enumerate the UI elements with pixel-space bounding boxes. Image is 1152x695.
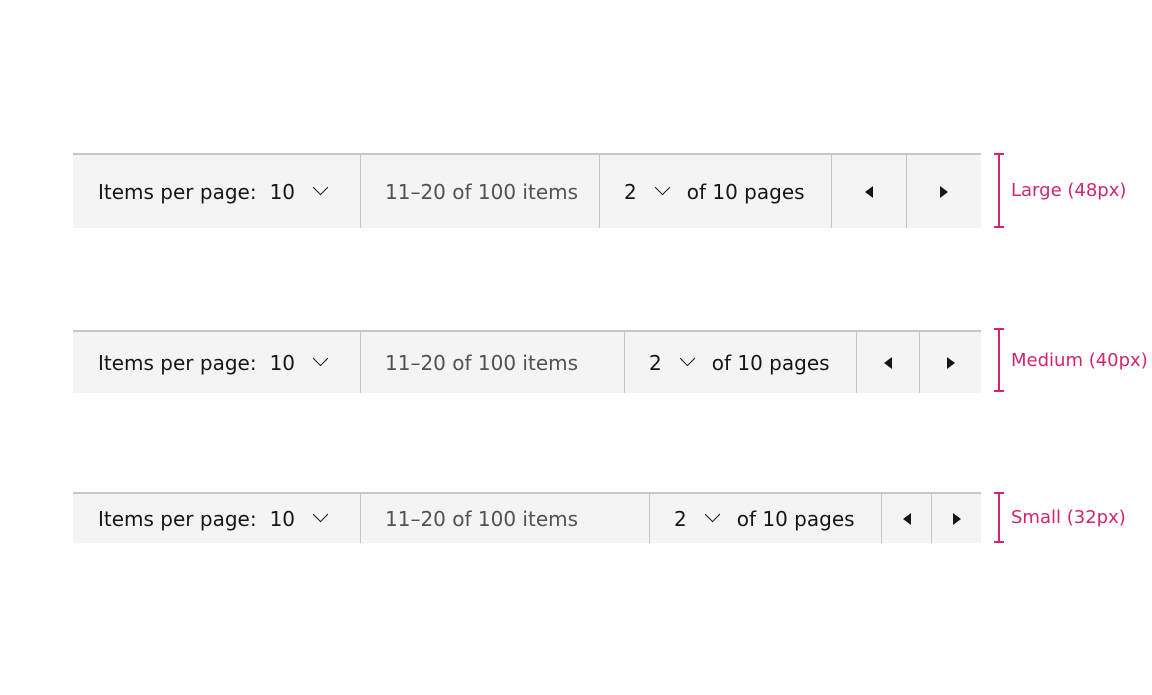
- pages-total-text: of 10 pages: [736, 506, 855, 531]
- items-per-page-value: 10: [269, 350, 296, 375]
- items-per-page-label: Items per page:: [98, 179, 257, 204]
- caret-left-icon: [902, 512, 911, 525]
- items-per-page-select[interactable]: Items per page: 10: [73, 332, 361, 393]
- chevron-down-icon: [679, 350, 696, 367]
- page-value: 2: [649, 350, 662, 375]
- pages-total-text: of 10 pages: [711, 350, 830, 375]
- chevron-down-icon: [654, 179, 671, 196]
- height-bracket-icon: [994, 328, 1004, 392]
- items-per-page-value: 10: [269, 179, 296, 204]
- chevron-down-icon: [312, 350, 329, 367]
- pages-total-text: of 10 pages: [686, 179, 805, 204]
- page-select[interactable]: 2 of 10 pages: [650, 494, 882, 543]
- item-range-text: 11–20 of 100 items: [361, 494, 650, 543]
- size-annotation-small: Small (32px): [994, 492, 1126, 543]
- items-per-page-select[interactable]: Items per page: 10: [73, 155, 361, 228]
- chevron-down-icon: [312, 179, 329, 196]
- pagination-large: Items per page: 10 11–20 of 100 items 2 …: [73, 153, 981, 228]
- height-bracket-icon: [994, 153, 1004, 228]
- items-per-page-label: Items per page:: [98, 506, 257, 531]
- next-page-button[interactable]: [920, 332, 981, 393]
- size-label: Large (48px): [1011, 180, 1127, 201]
- item-range-text: 11–20 of 100 items: [361, 332, 625, 393]
- caret-right-icon: [952, 512, 961, 525]
- page-select[interactable]: 2 of 10 pages: [625, 332, 857, 393]
- chevron-down-icon: [704, 506, 721, 523]
- page-value: 2: [624, 179, 637, 204]
- pagination-small: Items per page: 10 11–20 of 100 items 2 …: [73, 492, 981, 543]
- item-range-text: 11–20 of 100 items: [361, 155, 600, 228]
- size-annotation-large: Large (48px): [994, 153, 1126, 228]
- items-per-page-select[interactable]: Items per page: 10: [73, 494, 361, 543]
- caret-right-icon: [946, 356, 955, 369]
- size-label: Small (32px): [1011, 507, 1126, 528]
- items-per-page-label: Items per page:: [98, 350, 257, 375]
- caret-right-icon: [940, 185, 948, 198]
- next-page-button[interactable]: [907, 155, 981, 228]
- height-bracket-icon: [994, 492, 1004, 543]
- pagination-medium: Items per page: 10 11–20 of 100 items 2 …: [73, 330, 981, 393]
- caret-left-icon: [865, 185, 873, 198]
- caret-left-icon: [884, 356, 892, 369]
- size-label: Medium (40px): [1011, 349, 1148, 371]
- size-annotation-medium: Medium (40px): [994, 328, 1148, 392]
- items-per-page-value: 10: [269, 506, 296, 531]
- previous-page-button[interactable]: [857, 332, 920, 393]
- page-value: 2: [674, 506, 687, 531]
- chevron-down-icon: [312, 506, 329, 523]
- previous-page-button[interactable]: [832, 155, 907, 228]
- previous-page-button[interactable]: [882, 494, 932, 543]
- page-select[interactable]: 2 of 10 pages: [600, 155, 832, 228]
- next-page-button[interactable]: [932, 494, 981, 543]
